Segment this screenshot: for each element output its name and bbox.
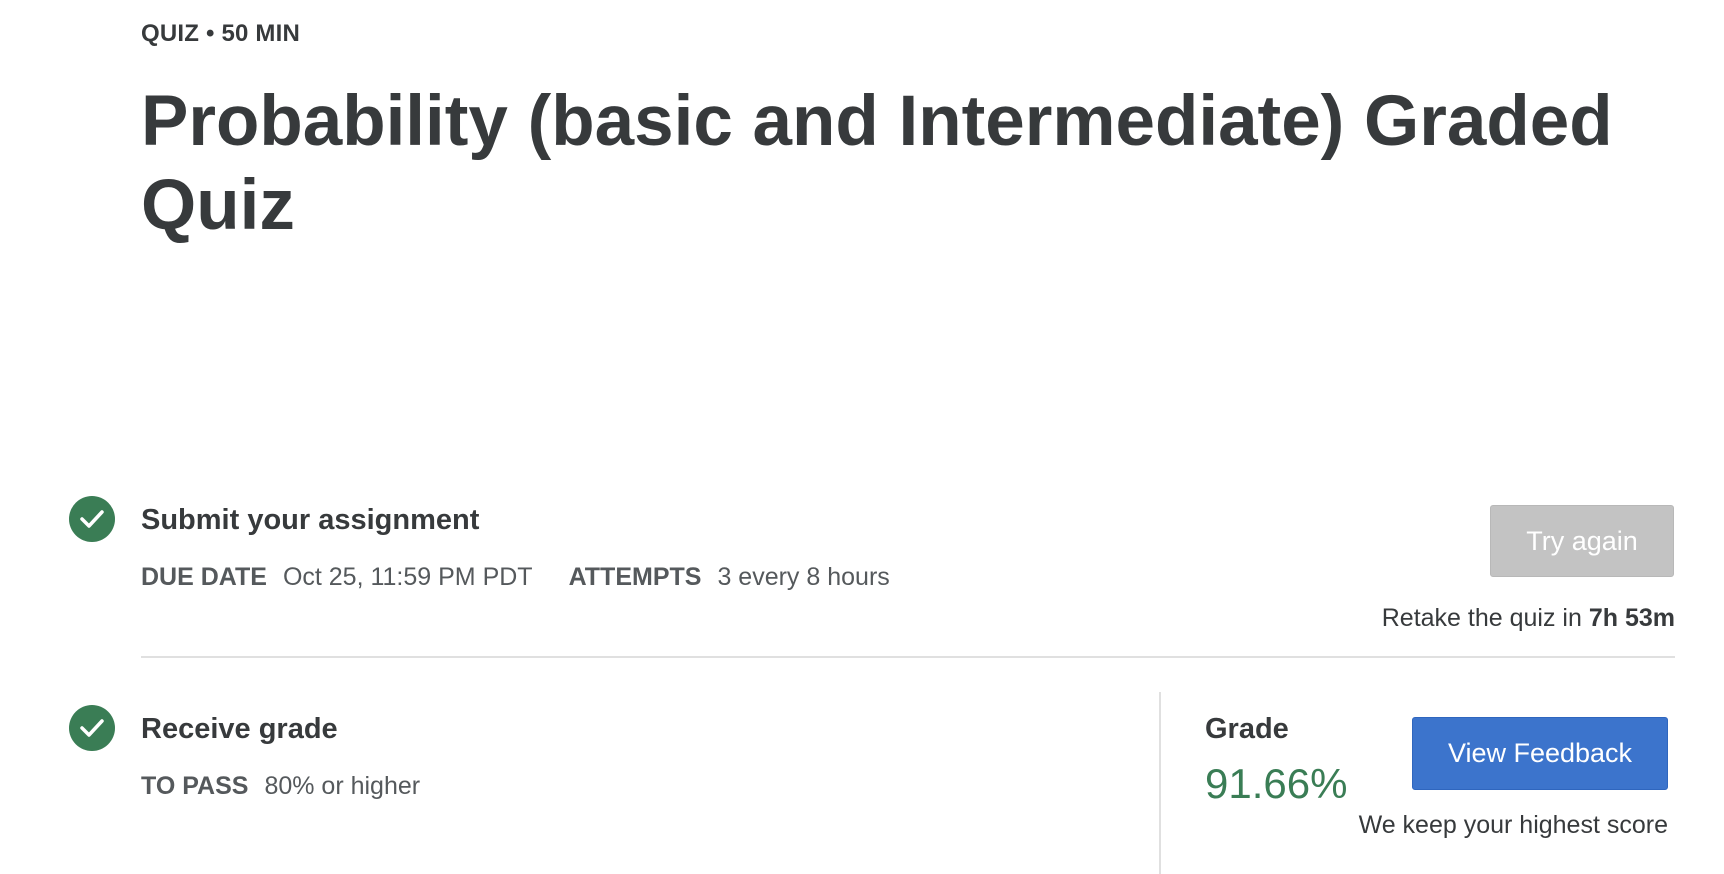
keep-score-note: We keep your highest score — [1358, 811, 1668, 839]
try-again-button[interactable]: Try again — [1490, 505, 1674, 577]
retake-time: 7h 53m — [1588, 604, 1675, 632]
to-pass-value: 80% or higher — [264, 772, 421, 800]
attempts-value: 3 every 8 hours — [717, 563, 890, 591]
grade-step-details: TO PASS 80% or higher — [141, 772, 420, 801]
grade-divider — [1159, 692, 1161, 874]
retake-countdown: Retake the quiz in 7h 53m — [1382, 604, 1675, 633]
page-title: Probability (basic and Intermediate) Gra… — [141, 82, 1613, 245]
to-pass-label: TO PASS — [141, 772, 249, 800]
due-date-label: DUE DATE — [141, 563, 267, 591]
grade-step-title: Receive grade — [141, 713, 338, 745]
submit-step-details: DUE DATE Oct 25, 11:59 PM PDT ATTEMPTS 3 ev… — [141, 563, 890, 592]
grade-value: 91.66% — [1205, 760, 1348, 807]
quiz-meta: QUIZ • 50 MIN — [141, 20, 301, 47]
grade-label: Grade — [1205, 713, 1289, 745]
checkmark-circle-icon — [69, 496, 115, 542]
attempts-label: ATTEMPTS — [568, 563, 702, 591]
due-date-value: Oct 25, 11:59 PM PDT — [282, 563, 533, 591]
view-feedback-button[interactable]: View Feedback — [1412, 717, 1668, 790]
section-divider — [141, 656, 1675, 658]
checkmark-circle-icon — [69, 705, 115, 751]
retake-prefix: Retake the quiz in — [1381, 604, 1582, 632]
submit-step-title: Submit your assignment — [141, 504, 480, 536]
